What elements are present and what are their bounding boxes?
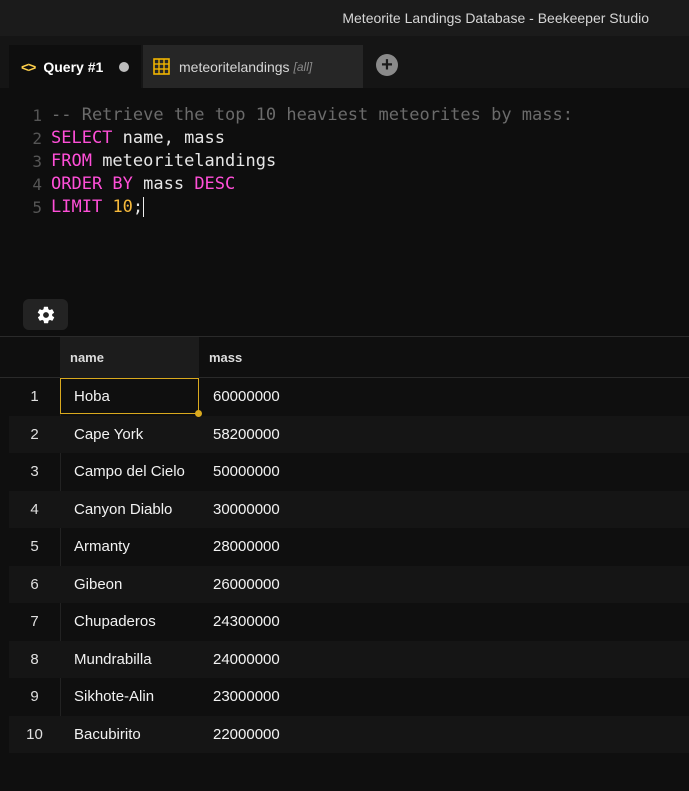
- table-row[interactable]: 8 Mundrabilla 24000000: [9, 640, 689, 679]
- cell-mass[interactable]: 23000000: [213, 678, 280, 716]
- add-tab-button[interactable]: +: [376, 54, 398, 76]
- cell-mass[interactable]: 22000000: [213, 716, 280, 754]
- results-header: name mass: [0, 337, 689, 378]
- line-number: 5: [32, 198, 42, 217]
- line-number: 2: [32, 129, 42, 148]
- column-header-mass[interactable]: mass: [199, 337, 242, 378]
- sql-keyword: DESC: [194, 174, 236, 194]
- cell-mass[interactable]: 24300000: [213, 603, 280, 641]
- table-row[interactable]: 10 Bacubirito 22000000: [9, 715, 689, 754]
- cell-mass[interactable]: 60000000: [213, 378, 280, 416]
- row-index: 1: [30, 388, 39, 405]
- sql-keyword: ORDER BY: [51, 174, 133, 194]
- row-index: 2: [30, 425, 39, 443]
- sql-keyword: SELECT: [51, 128, 113, 148]
- tab-bar: <> Query #1 meteoritelandings [all]: [0, 36, 689, 88]
- tab-meteoritelandings[interactable]: meteoritelandings [all]: [143, 45, 363, 88]
- code-text: FROM meteoritelandings: [51, 150, 276, 173]
- row-index: 6: [30, 575, 39, 593]
- code-text: SELECT name, mass: [51, 127, 225, 150]
- cell-name[interactable]: Bacubirito: [74, 716, 141, 754]
- row-index: 3: [30, 463, 39, 480]
- cell-mass[interactable]: 24000000: [213, 641, 280, 679]
- code-text: LIMIT 10;: [51, 196, 145, 219]
- sql-editor[interactable]: 1 -- Retrieve the top 10 heaviest meteori…: [0, 88, 689, 336]
- row-index: 4: [30, 500, 39, 518]
- text-cursor: [143, 197, 145, 217]
- code-text: -- Retrieve the top 10 heaviest meteorit…: [51, 104, 573, 127]
- table-row[interactable]: 6 Gibeon 26000000: [9, 565, 689, 604]
- tab-label: meteoritelandings: [179, 58, 290, 75]
- cell-mass[interactable]: 50000000: [213, 453, 280, 491]
- cell-name[interactable]: Cape York: [74, 416, 143, 454]
- cell-name[interactable]: Hoba: [74, 378, 110, 416]
- table-row[interactable]: 4 Canyon Diablo 30000000: [9, 490, 689, 529]
- row-index: 10: [26, 725, 43, 743]
- cell-name[interactable]: Gibeon: [74, 566, 122, 604]
- cell-mass[interactable]: 58200000: [213, 416, 280, 454]
- tab-suffix: [all]: [293, 59, 313, 74]
- sql-text: meteoritelandings: [91, 151, 277, 171]
- sql-text: mass: [132, 174, 195, 194]
- cell-name[interactable]: Chupaderos: [74, 603, 156, 641]
- tab-query-1[interactable]: <> Query #1: [9, 45, 141, 88]
- table-row[interactable]: 9 Sikhote-Alin 23000000: [9, 678, 689, 716]
- table-row[interactable]: 2 Cape York 58200000: [9, 415, 689, 454]
- column-header-name[interactable]: name: [60, 337, 199, 378]
- unsaved-dot-icon[interactable]: [119, 61, 130, 72]
- row-index: 5: [30, 538, 39, 555]
- line-number: 4: [32, 175, 42, 194]
- table-grid-icon: [153, 58, 170, 75]
- table-row[interactable]: 1 Hoba 60000000: [9, 378, 689, 416]
- cell-name[interactable]: Armanty: [74, 528, 130, 566]
- table-row[interactable]: 5 Armanty 28000000: [9, 528, 689, 566]
- sql-text: name, mass: [112, 128, 226, 148]
- tab-label: Query #1: [43, 58, 104, 75]
- line-number: 3: [32, 152, 42, 171]
- cell-mass[interactable]: 26000000: [213, 566, 280, 604]
- row-index: 9: [30, 688, 39, 705]
- settings-button[interactable]: [23, 299, 68, 330]
- table-row[interactable]: 7 Chupaderos 24300000: [9, 603, 689, 641]
- cell-name[interactable]: Campo del Cielo: [74, 453, 185, 491]
- fill-handle[interactable]: [195, 410, 202, 417]
- sql-keyword: FROM: [51, 151, 92, 171]
- cell-mass[interactable]: 28000000: [213, 528, 280, 566]
- table-row[interactable]: 3 Campo del Cielo 50000000: [9, 453, 689, 491]
- sql-keyword: LIMIT: [51, 197, 103, 217]
- row-index: 8: [30, 650, 39, 668]
- line-number: 1: [32, 106, 42, 125]
- gear-icon: [37, 306, 54, 323]
- sql-text: ;: [132, 197, 144, 217]
- cell-name[interactable]: Sikhote-Alin: [74, 678, 154, 716]
- sql-number: 10: [112, 197, 133, 217]
- sql-comment: -- Retrieve the top 10 heaviest meteorit…: [51, 105, 573, 125]
- cell-mass[interactable]: 30000000: [213, 491, 280, 529]
- code-icon: <>: [21, 58, 36, 75]
- cell-name[interactable]: Mundrabilla: [74, 641, 152, 679]
- plus-icon: +: [381, 54, 393, 76]
- code-text: ORDER BY mass DESC: [51, 173, 235, 196]
- cell-name[interactable]: Canyon Diablo: [74, 491, 172, 529]
- row-index: 7: [30, 613, 39, 630]
- results-grid: name mass 1 Hoba 60000000 2 Cape York 5820000…: [0, 336, 689, 791]
- window-title: Meteorite Landings Database - Beekeeper …: [342, 10, 649, 26]
- title-bar: Meteorite Landings Database - Beekeeper …: [0, 0, 689, 36]
